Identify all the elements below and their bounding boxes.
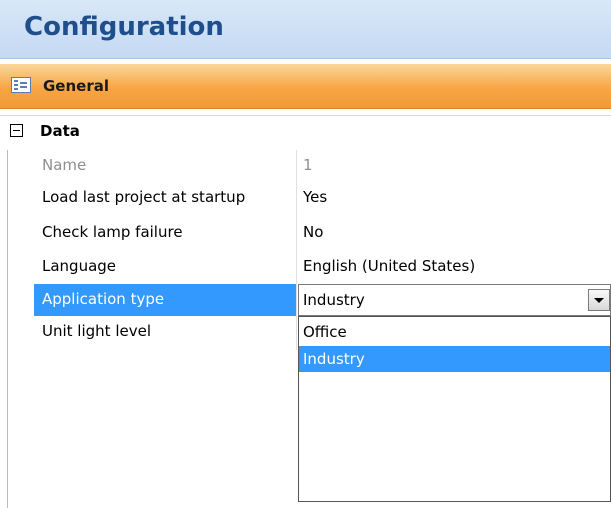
group-label: Data [40,122,80,140]
property-row-load-last-project[interactable]: Load last project at startup Yes [34,182,611,214]
option-label: Industry [303,350,365,368]
property-value: 1 [303,156,313,174]
property-pages-icon [11,77,31,93]
property-name: Check lamp failure [42,223,183,241]
column-separator [296,150,297,350]
option-label: Office [303,323,347,341]
combobox-value: Industry [303,291,365,309]
property-value[interactable]: Yes [303,188,327,206]
dropdown-option-industry[interactable]: Industry [299,346,610,372]
property-name: Name [42,156,87,174]
property-value[interactable]: No [303,223,323,241]
property-row-check-lamp-failure[interactable]: Check lamp failure No [34,217,611,249]
application-type-dropdown-list[interactable]: Office Industry [298,316,611,502]
property-name: Application type [42,290,165,308]
dropdown-option-office[interactable]: Office [299,319,610,345]
property-value[interactable]: English (United States) [303,257,475,275]
application-type-combobox[interactable]: Industry [298,284,611,316]
category-bar-general[interactable]: General [0,64,611,109]
group-row-data[interactable]: Data [0,115,611,150]
collapse-minus-icon[interactable] [10,124,23,137]
property-row-name[interactable]: Name 1 [34,150,611,182]
property-name: Language [42,257,117,275]
chevron-down-icon[interactable] [588,289,610,311]
panel-header: Configuration [0,0,611,59]
property-name: Load last project at startup [42,188,246,206]
grid-left-border [7,150,8,508]
property-row-language[interactable]: Language English (United States) [34,251,611,283]
category-label: General [43,77,109,95]
property-name: Unit light level [42,322,151,340]
panel-title: Configuration [24,12,224,42]
